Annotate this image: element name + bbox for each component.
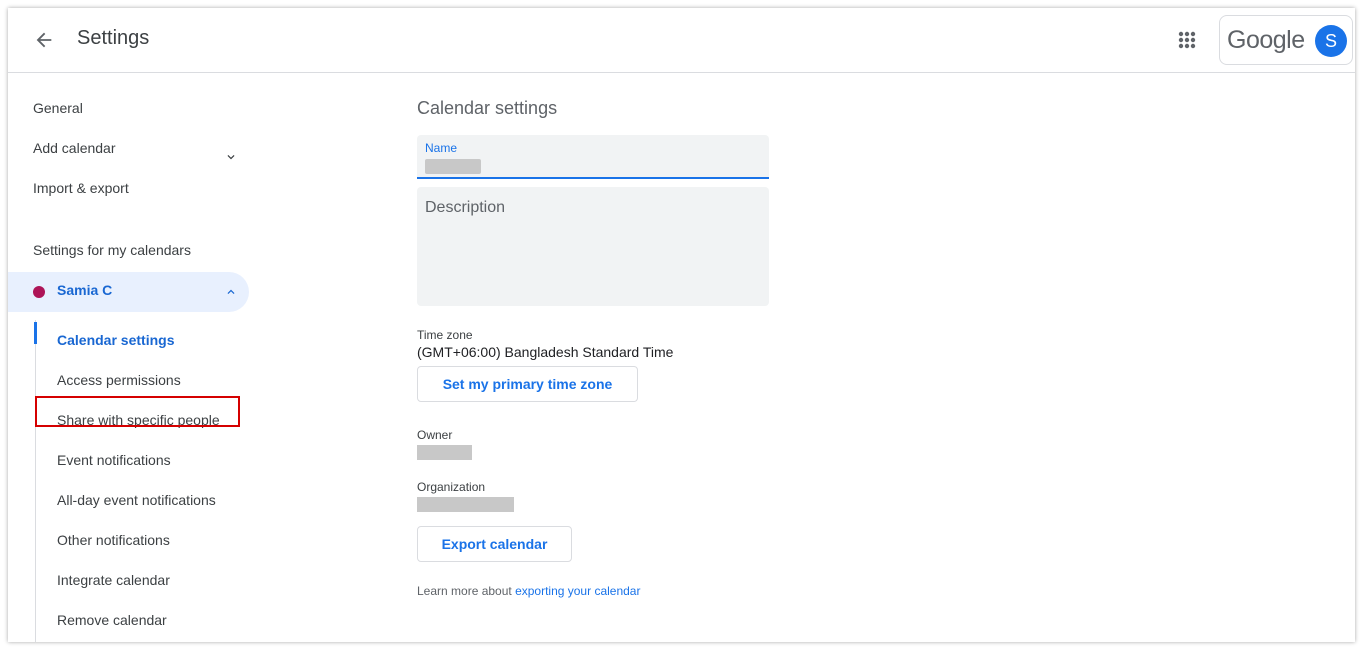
google-apps-button[interactable] [1174, 27, 1200, 53]
chevron-up-icon[interactable] [224, 285, 238, 299]
timezone-value: (GMT+06:00) Bangladesh Standard Time [417, 344, 674, 360]
sidebar-item-import-export[interactable]: Import & export [33, 178, 129, 198]
sidebar-item-add-calendar[interactable]: Add calendar [33, 138, 116, 158]
apps-grid-icon [1178, 31, 1196, 49]
calendar-name: Samia C [57, 282, 113, 298]
sidebar-item-event-notifications[interactable]: Event notifications [57, 450, 171, 470]
active-indicator [34, 322, 37, 344]
app-header: Settings Google S [8, 8, 1355, 73]
sidebar-item-other-notifications[interactable]: Other notifications [57, 530, 170, 550]
calendar-color-dot [33, 286, 45, 298]
account-switcher[interactable]: Google S [1219, 15, 1353, 65]
owner-value-redacted [417, 445, 472, 460]
avatar[interactable]: S [1315, 25, 1347, 57]
settings-sidebar: General Add calendar Import & export Set… [8, 74, 258, 642]
highlight-annotation-box [35, 396, 240, 427]
sidebar-item-all-day-event-notifications[interactable]: All-day event notifications [57, 490, 216, 510]
submenu-guide-line [35, 320, 36, 642]
settings-window: Settings Google S General Add calendar I… [8, 8, 1355, 642]
sidebar-item-access-permissions[interactable]: Access permissions [57, 370, 181, 390]
name-field-label: Name [425, 141, 458, 155]
back-button[interactable] [30, 26, 58, 54]
sidebar-item-integrate-calendar[interactable]: Integrate calendar [57, 570, 170, 590]
exporting-calendar-link[interactable]: exporting your calendar [515, 584, 640, 598]
organization-value-redacted [417, 497, 514, 512]
section-title: Calendar settings [417, 98, 558, 118]
learn-more-text: Learn more about exporting your calendar [417, 584, 640, 598]
page-title: Settings [77, 27, 150, 49]
sidebar-item-general[interactable]: General [33, 98, 83, 118]
sidebar-item-remove-calendar[interactable]: Remove calendar [57, 610, 167, 630]
timezone-label: Time zone [417, 328, 473, 342]
sidebar-item-calendar-settings[interactable]: Calendar settings [57, 330, 174, 350]
organization-label: Organization [417, 480, 486, 494]
name-value-redacted [425, 159, 481, 174]
arrow-back-icon [36, 32, 52, 48]
description-field[interactable] [417, 187, 769, 306]
google-logo: Google [1227, 25, 1305, 54]
export-calendar-button[interactable]: Export calendar [417, 526, 572, 562]
sidebar-item-calendar[interactable]: Samia C [8, 272, 249, 312]
set-primary-timezone-button[interactable]: Set my primary time zone [417, 366, 638, 402]
chevron-down-icon[interactable] [224, 150, 238, 164]
calendar-settings-panel: Calendar settings Name Time zone (GMT+06… [417, 74, 1117, 642]
owner-label: Owner [417, 428, 453, 442]
learn-more-prefix: Learn more about [417, 584, 516, 598]
section-heading-my-calendars: Settings for my calendars [33, 242, 191, 258]
name-field[interactable]: Name [417, 135, 769, 179]
